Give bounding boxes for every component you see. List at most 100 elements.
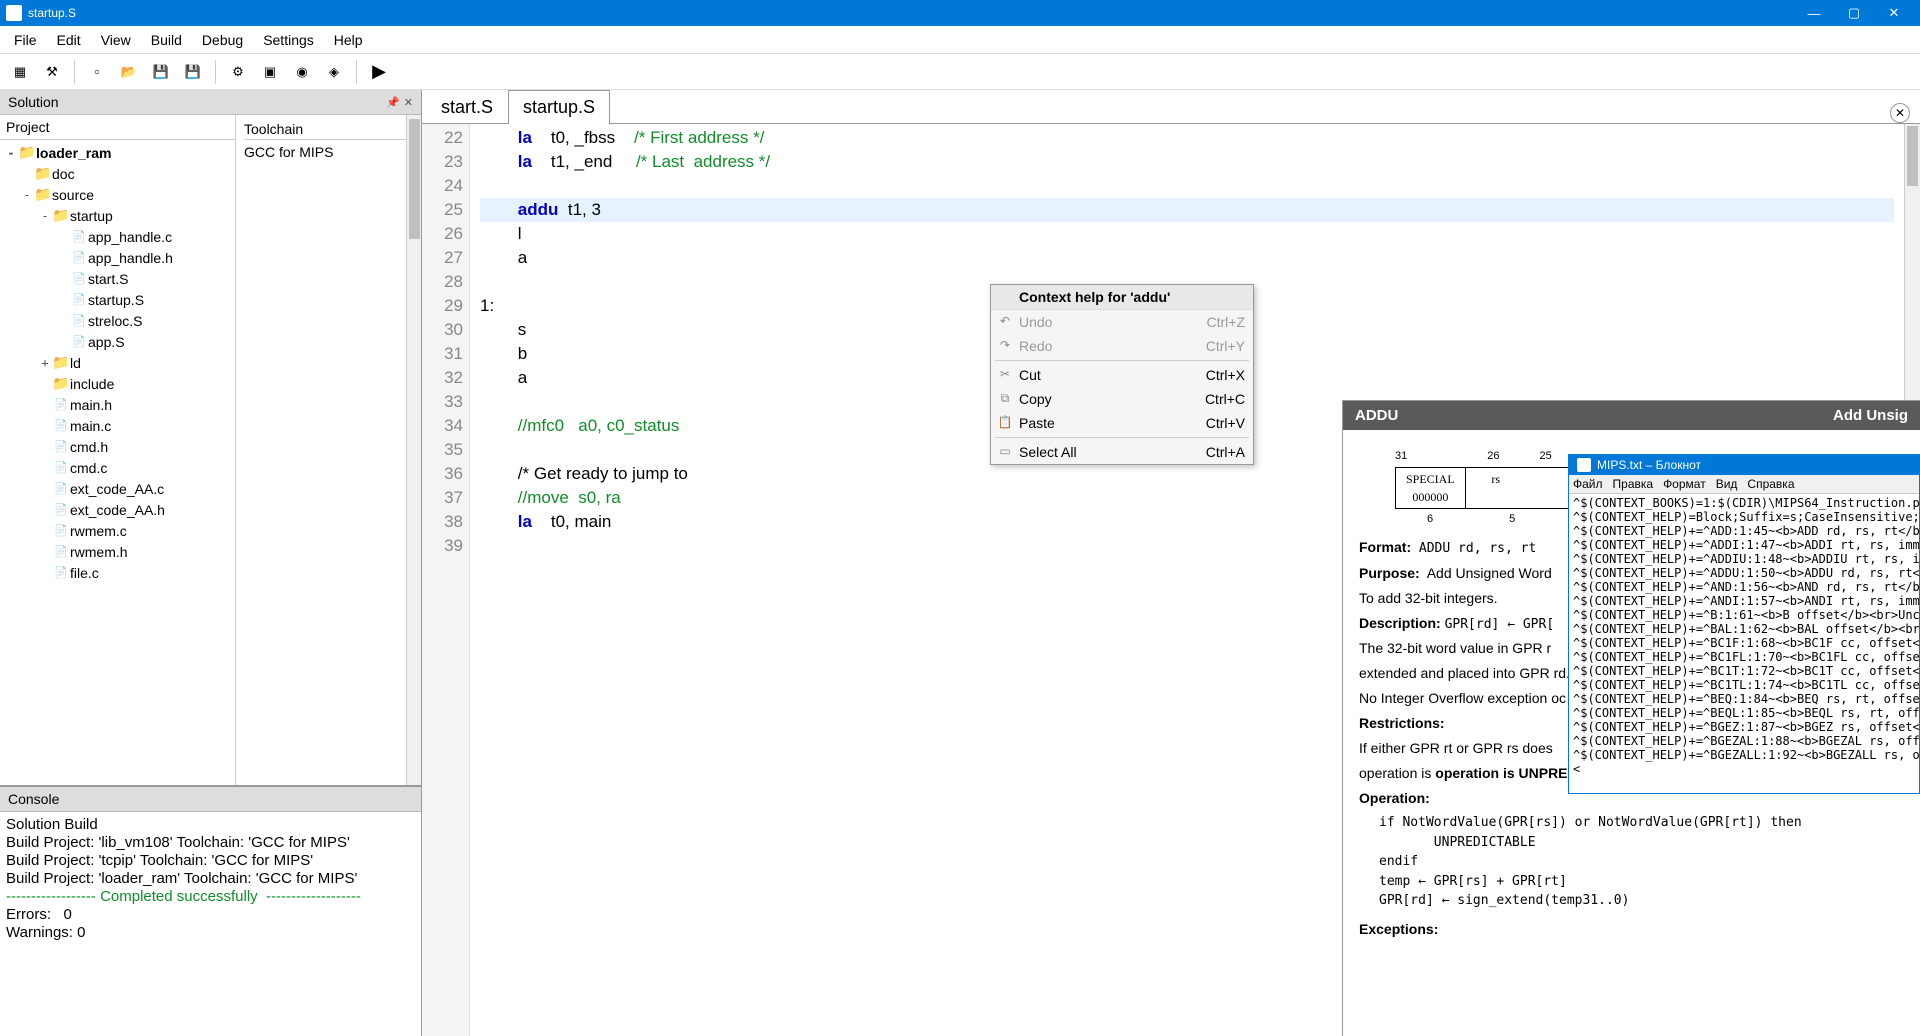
folder-icon: 📁 [52, 375, 70, 392]
expander-icon[interactable]: - [20, 188, 34, 202]
context-menu-title[interactable]: Context help for 'addu' [991, 285, 1253, 310]
tree-file-cmd.c[interactable]: 📄cmd.c [0, 457, 235, 478]
context-menu-label: Copy [1019, 391, 1052, 407]
tab-start-S[interactable]: start.S [426, 90, 508, 124]
toolbar-new-file-button[interactable]: ▫ [83, 58, 111, 86]
notepad-window[interactable]: MIPS.txt – Блокнот Файл Правка Формат Вид Сп… [1568, 454, 1920, 794]
context-menu-paste[interactable]: 📋PasteCtrl+V [991, 411, 1253, 435]
context-menu-select-all[interactable]: ▭Select AllCtrl+A [991, 440, 1253, 464]
tree-file-ext_code_AA.h[interactable]: 📄ext_code_AA.h [0, 499, 235, 520]
context-menu-cut[interactable]: ✂CutCtrl+X [991, 363, 1253, 387]
notepad-menu-Файл[interactable]: Файл [1573, 477, 1603, 491]
file-icon: 📄 [52, 545, 70, 558]
tree-file-ext_code_AA.c[interactable]: 📄ext_code_AA.c [0, 478, 235, 499]
paste-icon: 📋 [997, 415, 1013, 429]
panel-close-icon[interactable]: ✕ [404, 96, 413, 109]
context-menu-shortcut: Ctrl+V [1206, 415, 1245, 431]
toolbar-open-button[interactable]: 📂 [115, 58, 143, 86]
notepad-menu-Правка[interactable]: Правка [1613, 477, 1654, 491]
toolbar-cube-button[interactable]: ◈ [320, 58, 348, 86]
tree-file-app_handle.c[interactable]: 📄app_handle.c [0, 226, 235, 247]
code-line[interactable]: la t0, _fbss /* First address */ [480, 126, 1894, 150]
tree-folder-loader_ram[interactable]: -📁loader_ram [0, 142, 235, 163]
tree-file-startup.S[interactable]: 📄startup.S [0, 289, 235, 310]
tree-file-main.h[interactable]: 📄main.h [0, 394, 235, 415]
tree-item-label: startup.S [88, 292, 144, 308]
toolbar-run-button[interactable]: ▶ [365, 58, 393, 86]
folder-icon: 📁 [34, 165, 52, 182]
tree-file-app_handle.h[interactable]: 📄app_handle.h [0, 247, 235, 268]
close-button[interactable]: ✕ [1874, 0, 1914, 26]
toolbar-box-button[interactable]: ▣ [256, 58, 284, 86]
toolbar-save-button[interactable]: 💾 [147, 58, 175, 86]
console-line: Warnings: 0 [6, 924, 415, 942]
minimize-button[interactable]: — [1794, 0, 1834, 26]
notepad-body[interactable]: ^$(CONTEXT_BOOKS)=1:$(CDIR)\MIPS64_Instr… [1569, 494, 1919, 793]
maximize-button[interactable]: ▢ [1834, 0, 1874, 26]
notepad-title-bar[interactable]: MIPS.txt – Блокнот [1569, 455, 1919, 475]
console-panel: Console Solution BuildBuild Project: 'li… [0, 786, 421, 1036]
notepad-menu-Вид[interactable]: Вид [1716, 477, 1738, 491]
bitpos-25: 25 [1540, 448, 1552, 465]
context-menu-label: Select All [1019, 444, 1077, 460]
tree-scrollbar[interactable] [406, 115, 421, 785]
tree-folder-source[interactable]: -📁source [0, 184, 235, 205]
line-gutter: 222324252627282930313233343536373839 [422, 124, 470, 1036]
file-icon: 📄 [52, 524, 70, 537]
tree-folder-include[interactable]: 📁include [0, 373, 235, 394]
tree-item-label: ext_code_AA.c [70, 481, 164, 497]
file-icon: 📄 [52, 566, 70, 579]
notepad-menu-Справка[interactable]: Справка [1747, 477, 1794, 491]
tree-file-start.S[interactable]: 📄start.S [0, 268, 235, 289]
tree-item-label: loader_ram [36, 145, 111, 161]
code-line[interactable]: a [480, 246, 1894, 270]
menu-build[interactable]: Build [141, 28, 192, 52]
code-line[interactable]: addu t1, 3 [480, 198, 1894, 222]
tree-item-label: startup [70, 208, 113, 224]
tree-folder-doc[interactable]: 📁doc [0, 163, 235, 184]
menu-view[interactable]: View [91, 28, 141, 52]
toolbar-stop-button[interactable]: ◉ [288, 58, 316, 86]
file-icon: 📄 [52, 419, 70, 432]
console-output[interactable]: Solution BuildBuild Project: 'lib_vm108'… [0, 812, 421, 946]
code-line[interactable]: la t1, _end /* Last address */ [480, 150, 1894, 174]
toolbar-new-project-button[interactable]: ▦ [6, 58, 34, 86]
context-menu-copy[interactable]: ⧉CopyCtrl+C [991, 387, 1253, 411]
tab-close-button[interactable]: ✕ [1890, 103, 1910, 123]
tree-file-main.c[interactable]: 📄main.c [0, 415, 235, 436]
menu-debug[interactable]: Debug [192, 28, 253, 52]
tree-file-streloc.S[interactable]: 📄streloc.S [0, 310, 235, 331]
tree-item-label: ext_code_AA.h [70, 502, 165, 518]
toolbar-build-button[interactable]: ⚒ [38, 58, 66, 86]
tree-file-app.S[interactable]: 📄app.S [0, 331, 235, 352]
tree-file-rwmem.c[interactable]: 📄rwmem.c [0, 520, 235, 541]
tree-file-rwmem.h[interactable]: 📄rwmem.h [0, 541, 235, 562]
panel-pin-icon[interactable]: 📌 [386, 96, 400, 109]
expander-icon[interactable]: - [4, 146, 18, 160]
tree-folder-startup[interactable]: -📁startup [0, 205, 235, 226]
project-tree[interactable]: Project -📁loader_ram📁doc-📁source-📁startu… [0, 115, 236, 785]
expander-icon[interactable]: - [38, 209, 52, 223]
tab-startup-S[interactable]: startup.S [508, 90, 610, 124]
menu-edit[interactable]: Edit [47, 28, 91, 52]
notepad-menu-Формат[interactable]: Формат [1663, 477, 1706, 491]
file-icon: 📄 [52, 503, 70, 516]
expander-icon[interactable]: + [38, 356, 52, 370]
menu-help[interactable]: Help [324, 28, 373, 52]
toolbar-gears-button[interactable]: ⚙ [224, 58, 252, 86]
tree-file-cmd.h[interactable]: 📄cmd.h [0, 436, 235, 457]
code-line[interactable] [480, 174, 1894, 198]
gutter-line: 23 [424, 150, 463, 174]
tree-file-file.c[interactable]: 📄file.c [0, 562, 235, 583]
menu-settings[interactable]: Settings [253, 28, 324, 52]
console-line: Solution Build [6, 816, 415, 834]
tree-folder-ld[interactable]: +📁ld [0, 352, 235, 373]
toolbar-save-all-button[interactable]: 💾 [179, 58, 207, 86]
purpose-label: Purpose: [1359, 565, 1420, 581]
menu-file[interactable]: File [4, 28, 47, 52]
gutter-line: 38 [424, 510, 463, 534]
operation-code: if NotWordValue(GPR[rs]) or NotWordValue… [1379, 813, 1904, 911]
context-menu-shortcut: Ctrl+C [1205, 391, 1245, 407]
tree-item-label: cmd.h [70, 439, 108, 455]
code-line[interactable]: l [480, 222, 1894, 246]
